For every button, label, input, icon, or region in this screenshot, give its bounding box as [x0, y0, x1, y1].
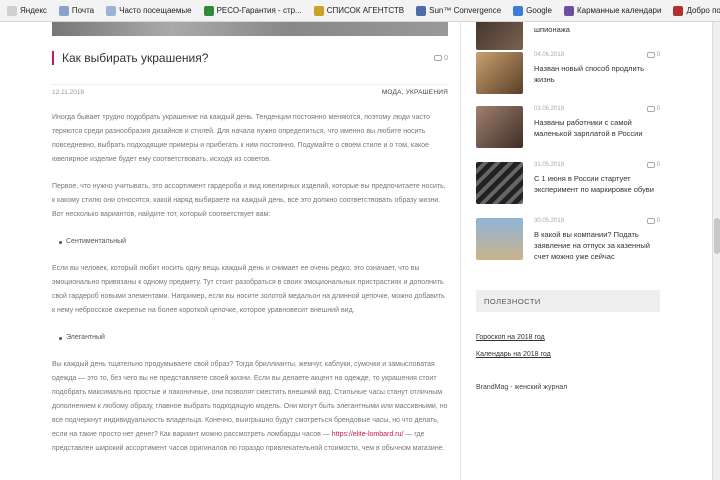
post-date: 30.05.2018 [534, 218, 565, 224]
frequent-icon [106, 5, 117, 16]
post-date: 03.06.2018 [534, 106, 565, 112]
welcome-icon [673, 5, 684, 16]
bookmark-sun[interactable]: Sun™ Convergence [413, 5, 504, 17]
post-date: 04.06.2018 [534, 52, 565, 58]
post-title[interactable]: Назван новый способ продлить жизнь [534, 63, 662, 85]
section-title: ПОЛЕЗНОСТИ [476, 290, 660, 312]
post-thumbnail[interactable] [476, 106, 523, 148]
post-comments[interactable]: 0 [646, 52, 660, 58]
article-title[interactable]: Как выбирать украшения? [62, 51, 434, 65]
post-thumbnail[interactable] [476, 218, 523, 260]
list-icon [313, 5, 324, 16]
lombard-link[interactable]: https://elite-lombard.ru/ [332, 431, 404, 438]
post-date: 31.05.2018 [534, 162, 565, 168]
yandex-icon [7, 5, 17, 16]
post-title[interactable]: Названы работники с самой маленькой зарп… [534, 117, 662, 139]
article-paragraph: Первое, что нужно учитывать, это ассорти… [52, 183, 446, 218]
bookmark-mail[interactable]: Почта [56, 5, 97, 17]
comment-icon [646, 218, 655, 224]
sidebar-post[interactable]: шпионажа [476, 22, 660, 52]
article-paragraph: Вы каждый день тщательно продумываете св… [52, 361, 448, 452]
bookmark-calendars[interactable]: Карманные календари [561, 5, 664, 17]
post-comments[interactable]: 0 [646, 218, 660, 224]
scrollbar-thumb[interactable] [714, 218, 720, 254]
list-item: Элегантный [52, 331, 448, 345]
article-header: Как выбирать украшения? 0 [52, 50, 448, 66]
comment-icon [646, 106, 655, 112]
post-title[interactable]: С 1 июня в России стартует эксперимент п… [534, 173, 662, 195]
bookmark-welcome[interactable]: Добро пожаловать в... [670, 5, 720, 17]
post-thumbnail[interactable] [476, 52, 523, 94]
sidebar-post[interactable]: 31.05.2018 0 С 1 июня в России стартует … [476, 162, 660, 206]
title-accent-bar [52, 51, 54, 65]
post-comments[interactable]: 0 [646, 162, 660, 168]
comment-icon [434, 55, 443, 61]
bookmark-reso[interactable]: РЕСО-Гарантия - стр... [201, 5, 305, 17]
post-thumbnail[interactable] [476, 162, 523, 204]
post-title[interactable]: шпионажа [534, 24, 662, 35]
post-title[interactable]: В какой вы компании? Подать заявление на… [534, 229, 662, 262]
comment-icon [646, 162, 655, 168]
bookmark-yandex[interactable]: Яндекс [4, 5, 50, 17]
article-body: Иногда бывает трудно подобрать украшение… [52, 111, 448, 469]
mail-icon [58, 5, 69, 16]
site-tagline: BrandMag - женский журнал [476, 384, 568, 391]
calendar-icon [563, 5, 574, 16]
article-tags[interactable]: МОДА, УКРАШЕНИЯ [382, 89, 448, 96]
sidebar-post[interactable]: 04.06.2018 0 Назван новый способ продлит… [476, 52, 660, 96]
sidebar-post[interactable]: 03.06.2018 0 Названы работники с самой м… [476, 106, 660, 150]
bookmark-frequent[interactable]: Часто посещаемые [103, 5, 194, 17]
google-icon [513, 5, 524, 16]
page-scrollbar[interactable] [712, 22, 720, 480]
bookmark-agencies[interactable]: СПИСОК АГЕНТСТВ [311, 5, 407, 17]
article-column: Как выбирать украшения? 0 12.11.2018 МОД… [0, 22, 460, 480]
post-comments[interactable]: 0 [646, 106, 660, 112]
reso-icon [203, 5, 214, 16]
sidebar-link-calendar[interactable]: Календарь на 2018 год [476, 351, 551, 358]
list-item: Сентиментальный [52, 235, 448, 249]
sidebar-post[interactable]: 30.05.2018 0 В какой вы компании? Подать… [476, 218, 660, 262]
article-date: 12.11.2018 [52, 89, 85, 96]
article-comments-count[interactable]: 0 [434, 55, 448, 62]
article-meta: 12.11.2018 МОДА, УКРАШЕНИЯ [52, 84, 448, 96]
column-divider [460, 22, 461, 480]
sun-icon [416, 5, 427, 16]
bookmark-google[interactable]: Google [510, 5, 555, 17]
comment-icon [646, 52, 655, 58]
article-paragraph: Если вы человек, который любит носить од… [52, 265, 445, 314]
bookmarks-bar: Яндекс Почта Часто посещаемые РЕСО-Гаран… [0, 0, 720, 22]
sidebar-link-horoscope[interactable]: Гороскоп на 2018 год [476, 334, 545, 341]
post-thumbnail[interactable] [476, 22, 523, 50]
article-hero-image [52, 22, 448, 36]
sidebar: шпионажа 04.06.2018 0 Назван новый спосо… [462, 22, 712, 480]
article-paragraph: Иногда бывает трудно подобрать украшение… [52, 114, 430, 163]
